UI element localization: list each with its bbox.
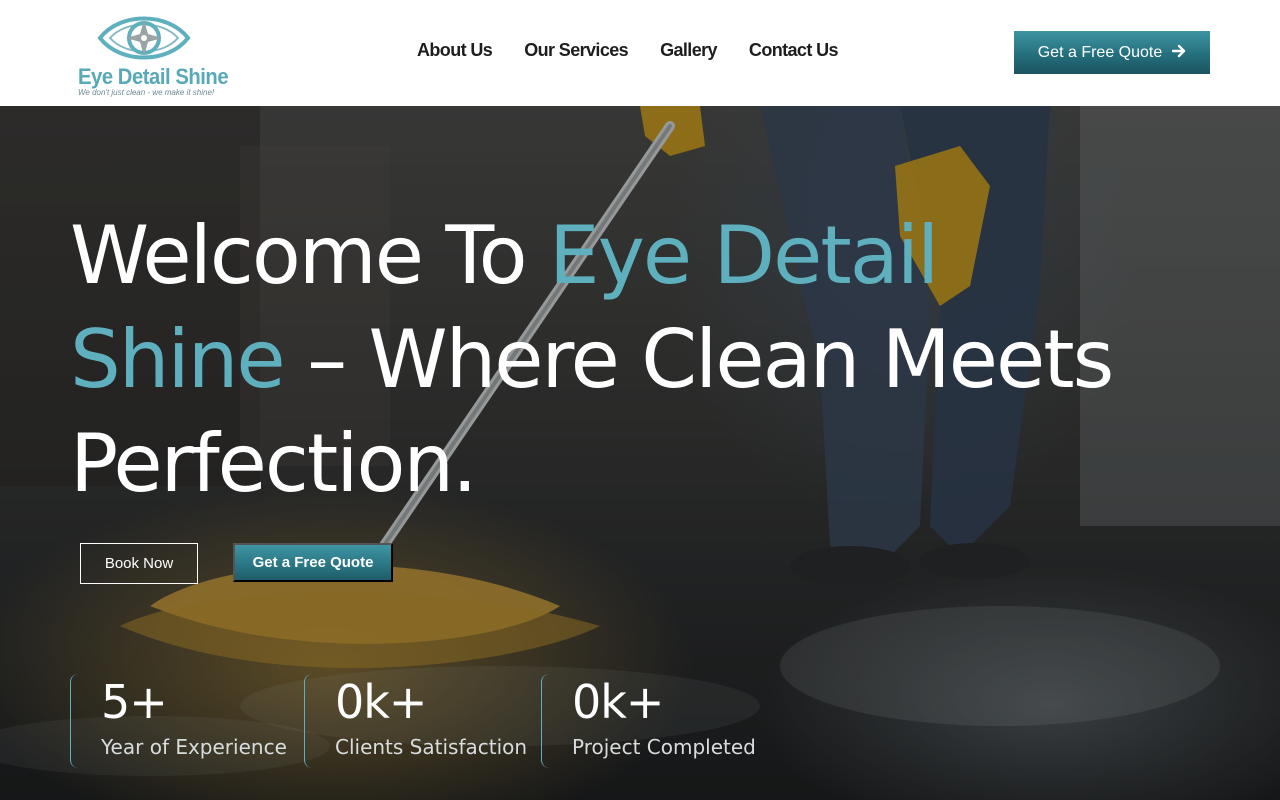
- eye-logo-icon: [97, 16, 191, 60]
- header-free-quote-label: Get a Free Quote: [1037, 43, 1163, 61]
- nav-item-about-us[interactable]: About Us: [401, 40, 508, 61]
- hero-headline: Welcome To Eye Detail Shine – Where Clea…: [70, 204, 1170, 516]
- book-now-button[interactable]: Book Now: [80, 543, 198, 584]
- site-logo[interactable]: Eye Detail Shine We don't just clean - w…: [76, 6, 229, 98]
- hero-free-quote-button[interactable]: Get a Free Quote: [233, 543, 393, 582]
- stat-label: Project Completed: [572, 735, 756, 759]
- main-nav: About Us Our Services Gallery Contact Us: [401, 40, 854, 61]
- logo-wordmark: Eye Detail Shine: [78, 64, 229, 89]
- stat-value: 0k+: [572, 675, 664, 729]
- stat-label: Clients Satisfaction: [335, 735, 528, 759]
- stat-clients: 0k+ Clients Satisfaction: [304, 674, 529, 768]
- nav-item-our-services[interactable]: Our Services: [508, 40, 644, 61]
- site-header: Eye Detail Shine We don't just clean - w…: [0, 0, 1280, 106]
- stat-value: 5+: [101, 675, 168, 729]
- headline-prefix: Welcome To: [70, 209, 550, 302]
- logo-tagline: We don't just clean - we make it shine!: [78, 88, 215, 97]
- stat-label: Year of Experience: [101, 735, 287, 759]
- nav-item-gallery[interactable]: Gallery: [644, 40, 733, 61]
- header-free-quote-button[interactable]: Get a Free Quote: [1014, 31, 1210, 74]
- stat-experience: 5+ Year of Experience: [70, 674, 290, 768]
- hero-section: Welcome To Eye Detail Shine – Where Clea…: [0, 106, 1280, 800]
- stat-projects: 0k+ Project Completed: [541, 674, 766, 768]
- stat-value: 0k+: [335, 675, 427, 729]
- nav-item-contact-us[interactable]: Contact Us: [733, 40, 854, 61]
- arrow-right-icon: [1172, 43, 1186, 63]
